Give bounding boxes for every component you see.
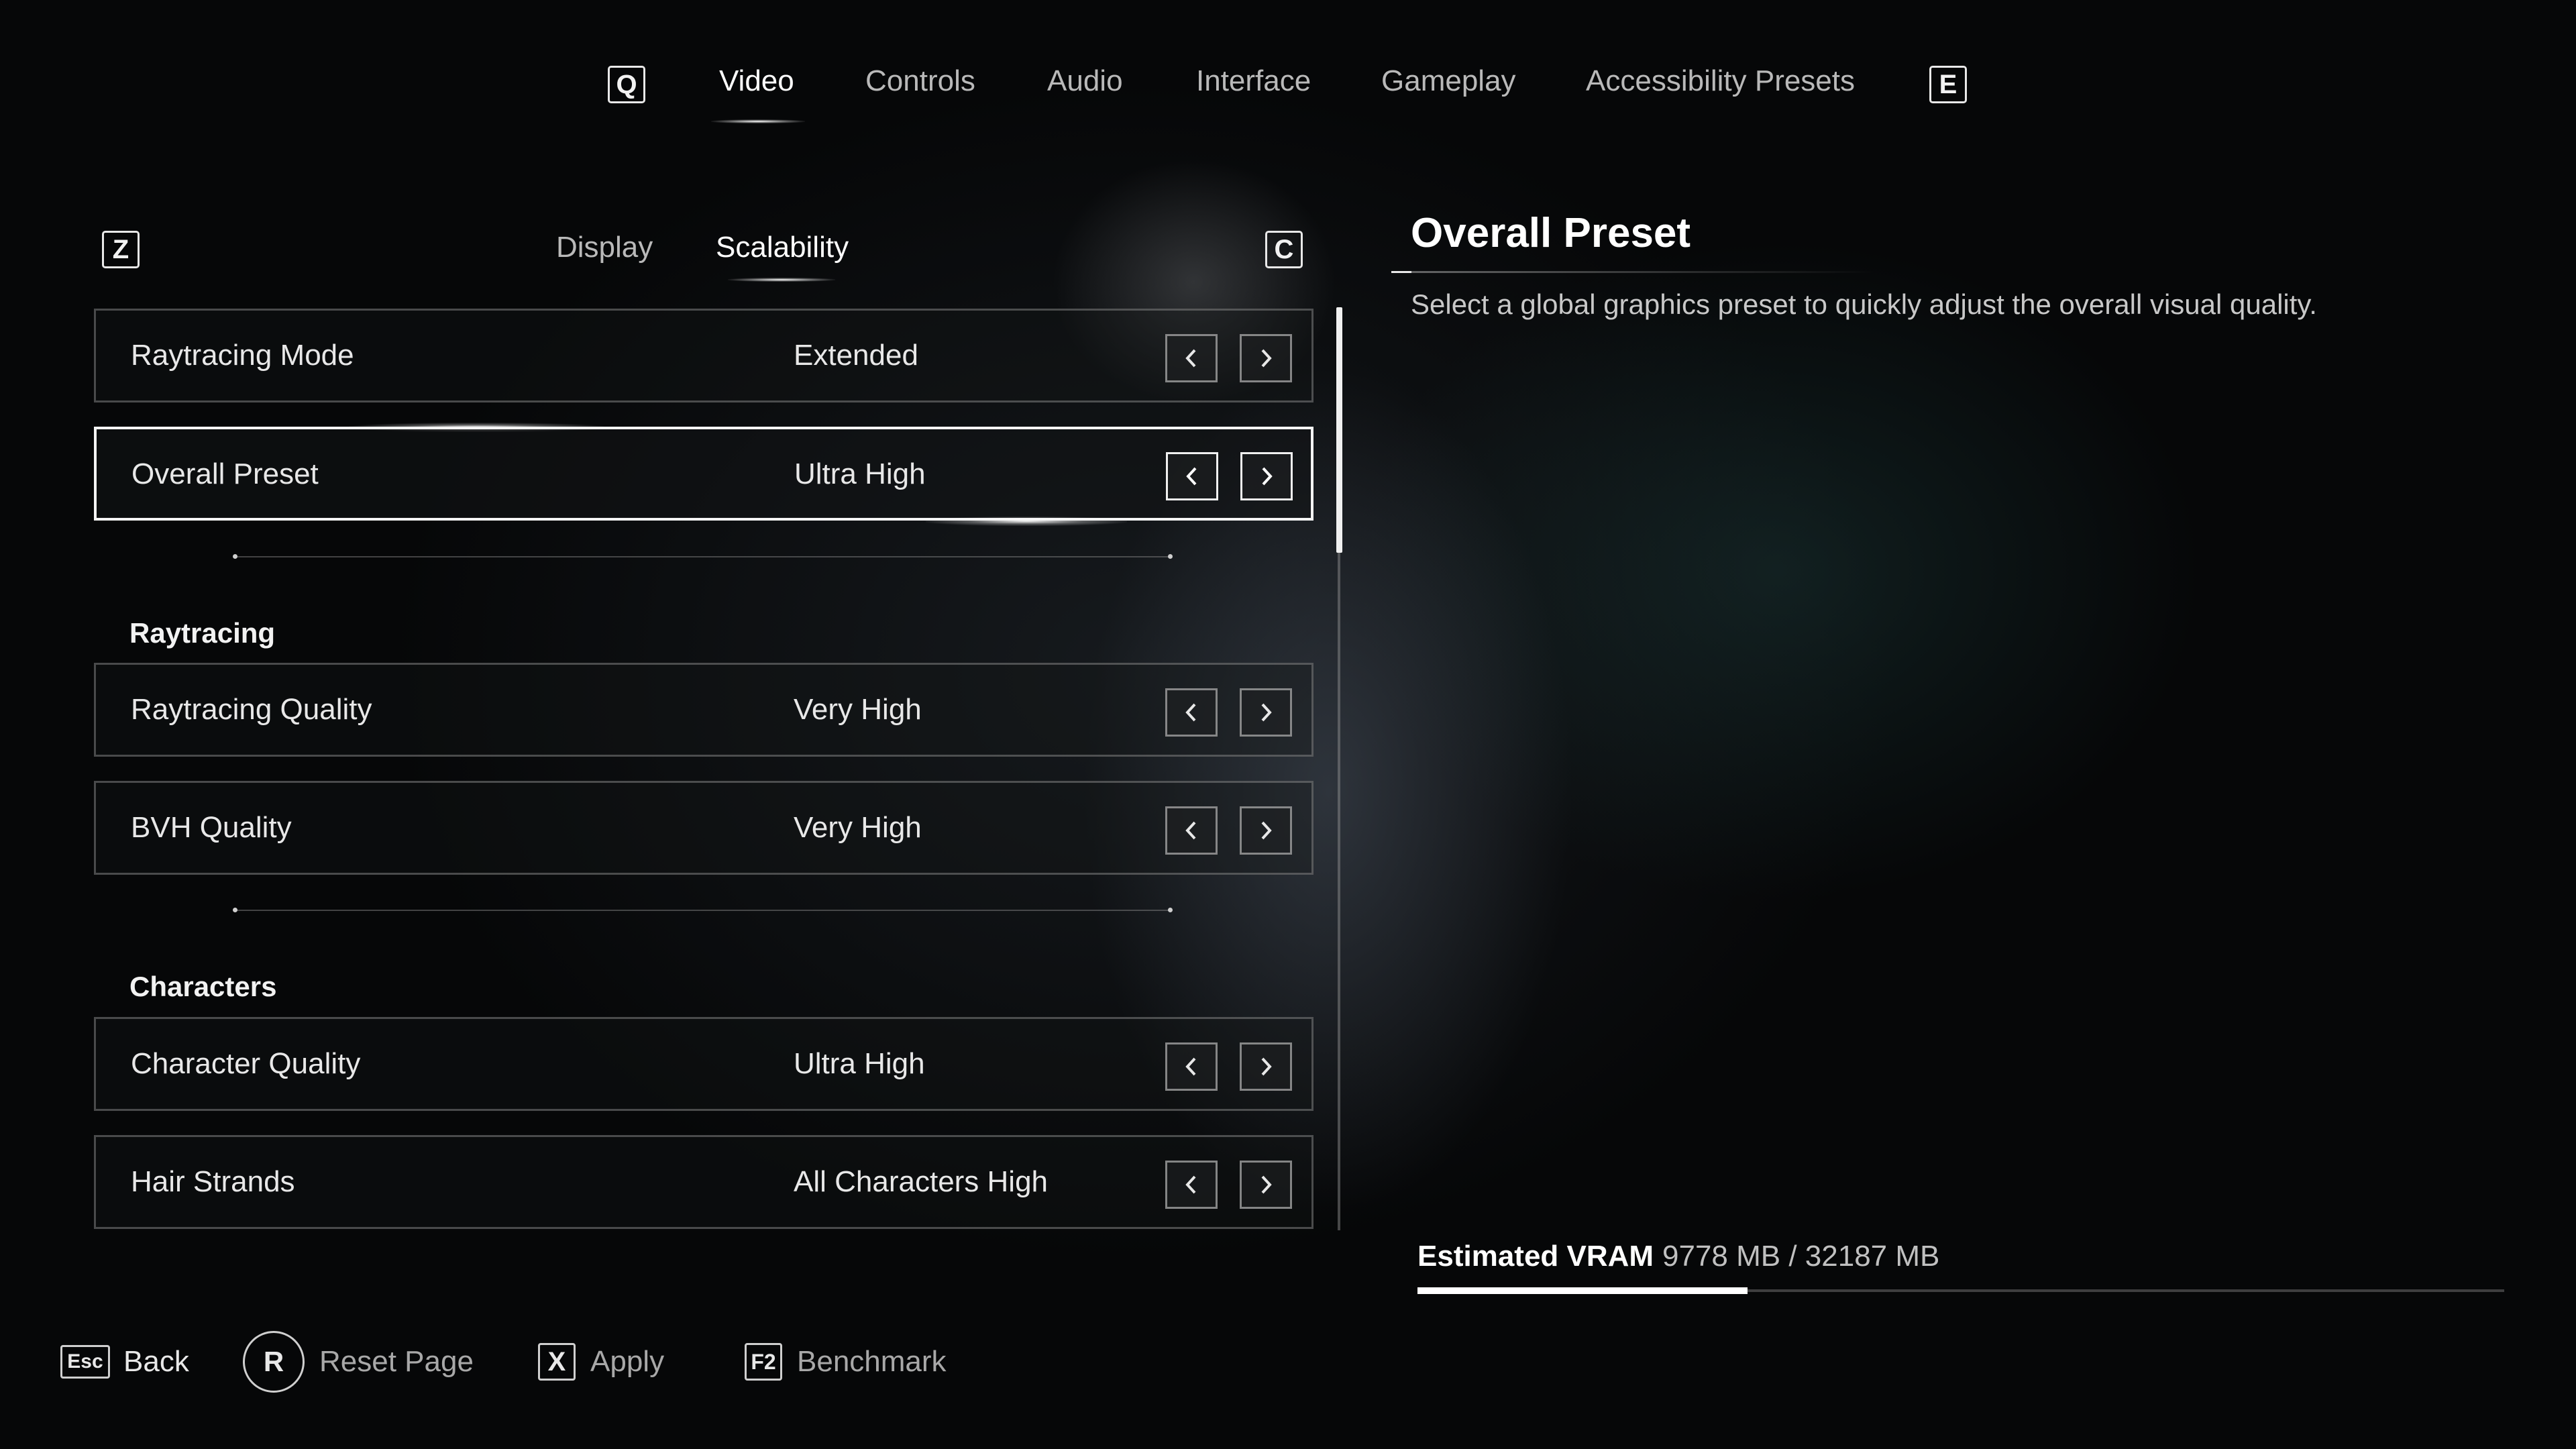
setting-value: Very High [794,811,922,844]
footer-apply-label: Apply [590,1345,665,1378]
chevron-right-icon[interactable] [1240,1161,1292,1209]
section-header-characters: Characters [129,971,277,1002]
tab-interface[interactable]: Interface [1196,64,1311,98]
next-tab-key-e[interactable]: E [1929,66,1967,103]
setting-label: Raytracing Mode [131,339,354,372]
setting-overall-preset[interactable]: Overall Preset Ultra High [94,427,1313,521]
setting-label: Raytracing Quality [131,693,372,726]
next-subtab-key-c[interactable]: C [1265,231,1303,268]
esc-key-icon: Esc [60,1345,110,1379]
setting-raytracing-mode[interactable]: Raytracing Mode Extended [94,309,1313,402]
subtab-scalability-underline [728,278,835,282]
subtab-display[interactable]: Display [556,231,653,264]
chevron-right-icon[interactable] [1240,806,1292,855]
setting-value: Ultra High [794,458,926,490]
vram-value: 9778 MB / 32187 MB [1662,1240,1940,1273]
setting-value: Ultra High [794,1047,925,1080]
detail-description: Select a global graphics preset to quick… [1411,288,2317,320]
setting-label: Hair Strands [131,1165,295,1198]
setting-label: BVH Quality [131,811,292,844]
footer-reset-label: Reset Page [319,1345,474,1378]
setting-value: Extended [794,339,918,372]
chevron-right-icon[interactable] [1240,452,1293,500]
section-divider [233,908,1173,912]
chevron-right-icon[interactable] [1240,334,1292,382]
setting-value: All Characters High [794,1165,1049,1198]
subtab-scalability[interactable]: Scalability [716,231,849,264]
tab-accessibility-presets[interactable]: Accessibility Presets [1586,64,1855,98]
chevron-left-icon[interactable] [1165,688,1218,737]
r-key-icon: R [243,1331,305,1393]
prev-subtab-key-z[interactable]: Z [102,231,140,268]
setting-character-quality[interactable]: Character Quality Ultra High [94,1017,1313,1111]
footer-back[interactable]: Esc Back [60,1338,189,1385]
setting-bvh-quality[interactable]: BVH Quality Very High [94,781,1313,875]
section-divider [233,554,1173,559]
selection-glow-bottom [926,517,1127,526]
footer-reset-page[interactable]: R Reset Page [243,1331,474,1393]
setting-raytracing-quality[interactable]: Raytracing Quality Very High [94,663,1313,757]
tab-controls[interactable]: Controls [865,64,975,98]
chevron-right-icon[interactable] [1240,1042,1292,1091]
prev-tab-key-q[interactable]: Q [608,66,645,103]
vram-label: Estimated VRAM [1417,1240,1654,1273]
setting-value: Very High [794,693,922,726]
detail-title-underline [1391,271,1874,273]
detail-title: Overall Preset [1411,210,1691,256]
vram-bar-track [1417,1287,2504,1294]
setting-label: Overall Preset [131,458,319,490]
tab-video-underline [711,119,805,123]
f2-key-icon: F2 [745,1343,782,1381]
chevron-right-icon[interactable] [1240,688,1292,737]
tab-audio[interactable]: Audio [1047,64,1123,98]
chevron-left-icon[interactable] [1165,1042,1218,1091]
tab-video[interactable]: Video [719,64,794,98]
scrollbar-thumb[interactable] [1336,307,1342,553]
tab-gameplay[interactable]: Gameplay [1381,64,1516,98]
footer-benchmark[interactable]: F2 Benchmark [745,1338,947,1385]
section-header-raytracing: Raytracing [129,617,276,649]
footer-back-label: Back [123,1345,189,1378]
chevron-left-icon[interactable] [1165,806,1218,855]
x-key-icon: X [538,1343,576,1381]
footer-benchmark-label: Benchmark [797,1345,947,1378]
setting-hair-strands[interactable]: Hair Strands All Characters High [94,1135,1313,1229]
chevron-left-icon[interactable] [1166,452,1218,500]
vram-bar-fill [1417,1287,1748,1294]
setting-label: Character Quality [131,1047,361,1080]
chevron-left-icon[interactable] [1165,1161,1218,1209]
chevron-left-icon[interactable] [1165,334,1218,382]
footer-apply[interactable]: X Apply [538,1338,664,1385]
